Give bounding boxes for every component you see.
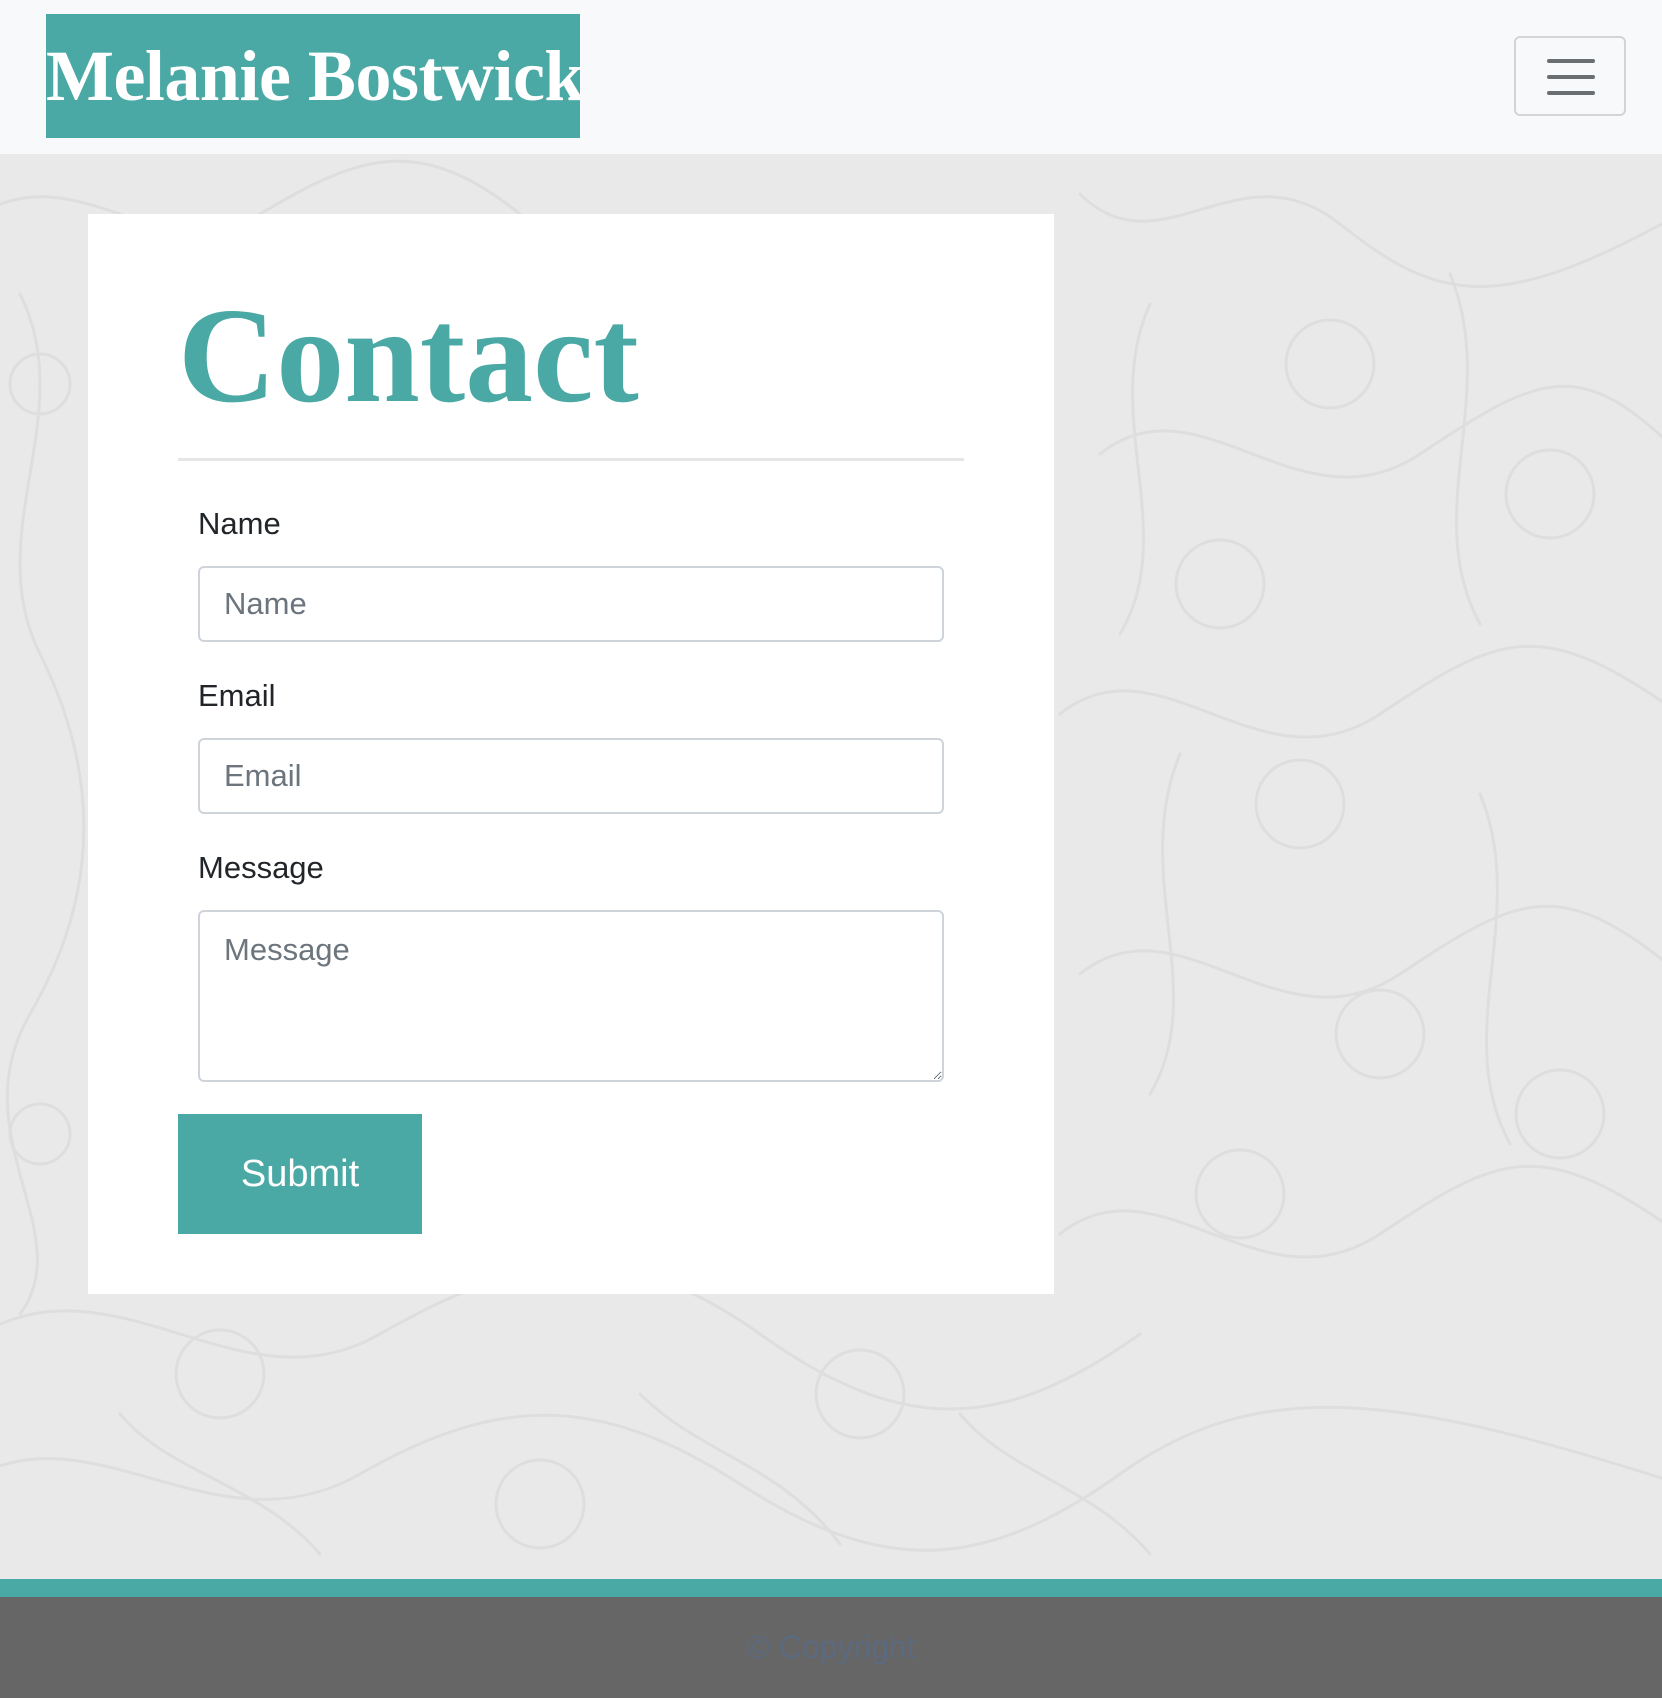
name-label: Name xyxy=(198,506,281,541)
submit-button[interactable]: Submit xyxy=(178,1114,422,1234)
page-footer: © Copyright xyxy=(0,1597,1662,1698)
brand-logo-link[interactable]: Melanie Bostwick xyxy=(46,14,580,138)
footer-accent-bar xyxy=(0,1579,1662,1597)
email-label: Email xyxy=(198,678,276,713)
top-navbar: Melanie Bostwick xyxy=(0,0,1662,154)
contact-card: Contact Name Email Message Submit xyxy=(88,214,1054,1294)
name-input[interactable] xyxy=(198,566,944,642)
message-textarea[interactable] xyxy=(198,910,944,1082)
copyright-text: © Copyright xyxy=(746,1629,916,1665)
email-input[interactable] xyxy=(198,738,944,814)
navbar-toggle-button[interactable] xyxy=(1514,36,1626,116)
message-label: Message xyxy=(198,850,324,885)
page-title: Contact xyxy=(178,281,639,431)
title-divider xyxy=(178,458,964,461)
